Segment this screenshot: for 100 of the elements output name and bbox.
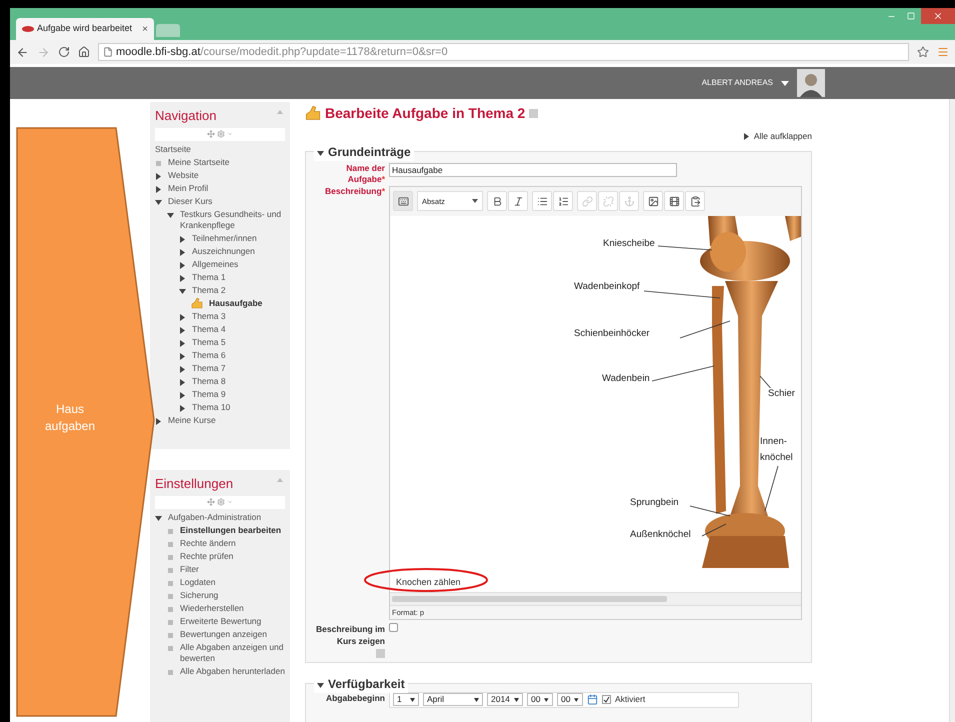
expanded-triangle-icon[interactable] (155, 514, 162, 522)
expand-all-link[interactable]: Alle aufklappen (754, 130, 812, 143)
nav-link[interactable]: Thema 8 (192, 376, 226, 386)
collapsed-triangle-icon[interactable] (155, 172, 162, 180)
nav-link[interactable]: Thema 7 (192, 362, 226, 374)
toolbar-button[interactable] (487, 191, 507, 212)
nav-link[interactable]: Thema 5 (192, 336, 226, 348)
caret-icon (472, 199, 478, 204)
collapsed-triangle-icon[interactable] (179, 262, 186, 268)
tab-close-button[interactable]: × (142, 22, 148, 36)
nav-link[interactable]: Logdaten (180, 576, 216, 588)
nav-link[interactable]: Alle Abgaben anzeigen und bewerten (180, 642, 285, 664)
collapsed-triangle-icon[interactable] (179, 326, 186, 334)
toolbar-button[interactable] (643, 191, 663, 212)
nav-link[interactable]: Mein Profil (168, 182, 208, 194)
nav-link[interactable]: Hausaufgabe (209, 298, 262, 308)
nav-link[interactable]: Teilnehmer/innen (192, 232, 257, 244)
nav-link[interactable]: Sicherung (180, 590, 218, 600)
nav-link[interactable]: Startseite (155, 144, 191, 154)
browser-tab[interactable]: Aufgabe wird bearbeitet × (16, 18, 154, 40)
nav-link[interactable]: Einstellungen bearbeiten (180, 524, 282, 536)
home-icon[interactable] (78, 46, 90, 58)
film-icon (668, 196, 680, 207)
nav-link[interactable]: Thema 2 (192, 284, 226, 296)
date-select[interactable]: April (423, 693, 483, 706)
expanded-triangle-icon[interactable] (155, 198, 162, 206)
collapsed-triangle-icon[interactable] (179, 378, 186, 386)
collapsed-triangle-icon[interactable] (179, 392, 186, 398)
bullet-icon (156, 160, 161, 166)
site-icon (22, 26, 34, 32)
settings-icon[interactable] (217, 130, 225, 138)
date-select[interactable]: 00 (557, 693, 583, 706)
move-icon[interactable] (207, 498, 215, 506)
nav-link[interactable]: Bewertungen anzeigen (180, 628, 267, 640)
collapsed-triangle-icon[interactable] (179, 236, 186, 242)
user-name[interactable]: ALBERT ANDREAS (702, 77, 773, 89)
nav-link[interactable]: Website (168, 170, 199, 180)
toolbar-button[interactable] (664, 191, 684, 212)
expanded-triangle-icon[interactable] (317, 150, 324, 157)
expanded-triangle-icon[interactable] (179, 288, 186, 294)
dropdown-caret-icon[interactable] (781, 80, 789, 86)
calendar-icon[interactable] (587, 694, 598, 706)
nav-link[interactable]: Thema 3 (192, 310, 226, 322)
toolbar-button[interactable] (508, 191, 528, 212)
nav-link[interactable]: Filter (180, 564, 199, 574)
nav-link[interactable]: Thema 6 (192, 350, 226, 360)
collapsed-triangle-icon[interactable] (179, 274, 186, 282)
bullet-icon (168, 528, 173, 534)
nav-link[interactable]: Auszeichnungen (192, 246, 255, 256)
settings-icon[interactable] (217, 498, 225, 506)
horizontal-scrollbar[interactable] (390, 592, 801, 605)
nav-link[interactable]: Thema 4 (192, 324, 226, 334)
date-select[interactable]: 2014 (487, 693, 523, 706)
back-icon[interactable] (16, 46, 29, 58)
collapsed-triangle-icon[interactable] (179, 352, 186, 360)
toolbar-button[interactable] (685, 191, 705, 212)
reload-icon[interactable] (58, 46, 70, 58)
toolbar-button[interactable] (553, 191, 573, 212)
collapsed-triangle-icon[interactable] (179, 404, 186, 412)
date-select[interactable]: 00 (527, 693, 553, 706)
field-label: Beschreibung* (324, 186, 386, 198)
address-field[interactable]: moodle.bfi-sbg.at/course/modedit.php?update=1178&return=0&sr=0 (98, 43, 909, 61)
caret-icon (514, 698, 519, 702)
checkbox[interactable] (389, 622, 398, 632)
nav-link[interactable]: Dieser Kurs (168, 196, 212, 206)
nav-link[interactable]: Wiederherstellen (180, 602, 244, 614)
collapsed-triangle-icon[interactable] (179, 314, 186, 320)
nav-link[interactable]: Aufgaben-Administration (168, 512, 262, 522)
bookmark-star-icon[interactable] (917, 46, 929, 58)
toolbar-toggle-icon (398, 196, 408, 207)
nav-link[interactable]: Allgemeines (192, 258, 238, 270)
nav-link[interactable]: Thema 10 (192, 402, 230, 412)
vertical-scrollbar[interactable] (949, 99, 955, 722)
collapsed-triangle-icon[interactable] (155, 418, 162, 424)
image-label: Außenknöchel (630, 528, 691, 540)
toolbar-button[interactable] (393, 191, 413, 212)
name-field[interactable]: Hausaufgabe (389, 162, 677, 177)
nav-link[interactable]: Testkurs Gesundheits- und Krankenpflege (180, 208, 285, 230)
expand-triangle-icon (744, 132, 749, 140)
image-label: Schienbeinhöcker (574, 328, 650, 339)
nav-link[interactable]: Meine Kurse (168, 414, 216, 426)
collapsed-triangle-icon[interactable] (179, 340, 186, 346)
checkbox[interactable] (602, 695, 611, 704)
nav-link[interactable]: Rechte ändern (180, 538, 236, 548)
toolbar-button[interactable] (532, 191, 552, 212)
expanded-triangle-icon[interactable] (317, 682, 324, 689)
nav-link[interactable]: Thema 1 (192, 272, 226, 282)
nav-link[interactable]: Rechte prüfen (180, 550, 234, 562)
nav-link[interactable]: Erweiterte Bewertung (180, 616, 262, 626)
avatar[interactable] (797, 69, 825, 97)
close-button[interactable] (921, 8, 955, 24)
nav-link[interactable]: Thema 9 (192, 388, 226, 400)
move-icon[interactable] (207, 130, 215, 138)
nav-link[interactable]: Meine Startseite (168, 156, 230, 168)
expanded-triangle-icon[interactable] (167, 212, 174, 218)
collapsed-triangle-icon[interactable] (179, 248, 186, 256)
date-select[interactable]: 1 (393, 693, 419, 706)
collapsed-triangle-icon[interactable] (179, 366, 186, 372)
nav-link[interactable]: Alle Abgaben herunterladen (180, 666, 285, 676)
collapsed-triangle-icon[interactable] (155, 186, 162, 192)
